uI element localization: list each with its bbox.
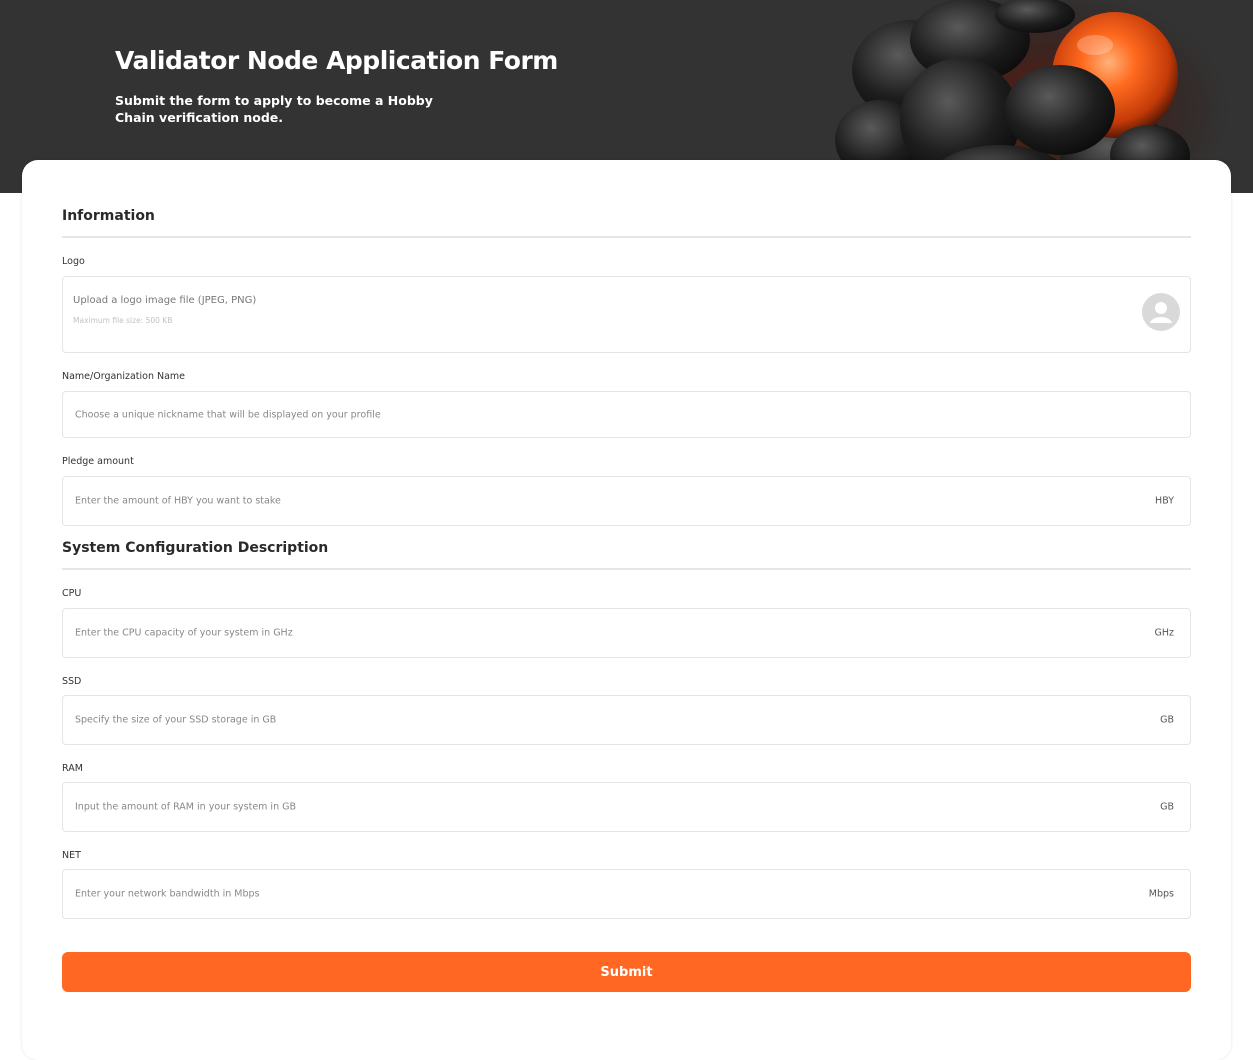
net-input[interactable]: Enter your network bandwidth in Mbps Mbp… [62, 869, 1191, 919]
ssd-label: SSD [62, 676, 82, 687]
application-form-card: Information Logo Upload a logo image fil… [22, 160, 1231, 1060]
name-input-placeholder: Choose a unique nickname that will be di… [75, 409, 381, 420]
pledge-label: Pledge amount [62, 456, 134, 467]
ram-input-placeholder: Input the amount of RAM in your system i… [75, 801, 296, 813]
ram-input[interactable]: Input the amount of RAM in your system i… [62, 782, 1191, 832]
page-subtitle: Submit the form to apply to become a Hob… [115, 93, 433, 125]
ssd-input-placeholder: Specify the size of your SSD storage in … [75, 714, 277, 726]
ram-label: RAM [62, 763, 83, 774]
pledge-unit-label: HBY [1155, 495, 1174, 507]
logo-upload-field[interactable]: Upload a logo image file (JPEG, PNG) Max… [62, 276, 1191, 353]
section-divider [62, 568, 1191, 570]
logo-upload-hint: Maximum file size: 500 KB [73, 316, 173, 325]
submit-button[interactable]: Submit [62, 952, 1191, 992]
logo-upload-placeholder: Upload a logo image file (JPEG, PNG) [73, 295, 257, 306]
section-title-system: System Configuration Description [62, 540, 329, 556]
pledge-amount-input[interactable]: Enter the amount of HBY you want to stak… [62, 476, 1191, 526]
name-label: Name/Organization Name [62, 371, 186, 382]
net-label: NET [62, 850, 81, 861]
net-input-placeholder: Enter your network bandwidth in Mbps [75, 888, 260, 900]
ssd-unit-label: GB [1160, 714, 1174, 726]
cpu-input-placeholder: Enter the CPU capacity of your system in… [75, 627, 293, 639]
cpu-unit-label: GHz [1154, 627, 1175, 639]
cpu-input[interactable]: Enter the CPU capacity of your system in… [62, 608, 1191, 658]
section-divider [62, 236, 1191, 238]
net-unit-label: Mbps [1148, 888, 1174, 900]
cpu-label: CPU [62, 588, 82, 599]
ram-unit-label: GB [1160, 801, 1174, 813]
page-title: Validator Node Application Form [115, 46, 558, 75]
pledge-input-placeholder: Enter the amount of HBY you want to stak… [75, 495, 281, 507]
user-avatar-icon [1142, 293, 1180, 331]
section-title-information: Information [62, 208, 155, 224]
logo-label: Logo [62, 256, 85, 267]
name-input[interactable]: Choose a unique nickname that will be di… [62, 391, 1191, 438]
ssd-input[interactable]: Specify the size of your SSD storage in … [62, 695, 1191, 745]
